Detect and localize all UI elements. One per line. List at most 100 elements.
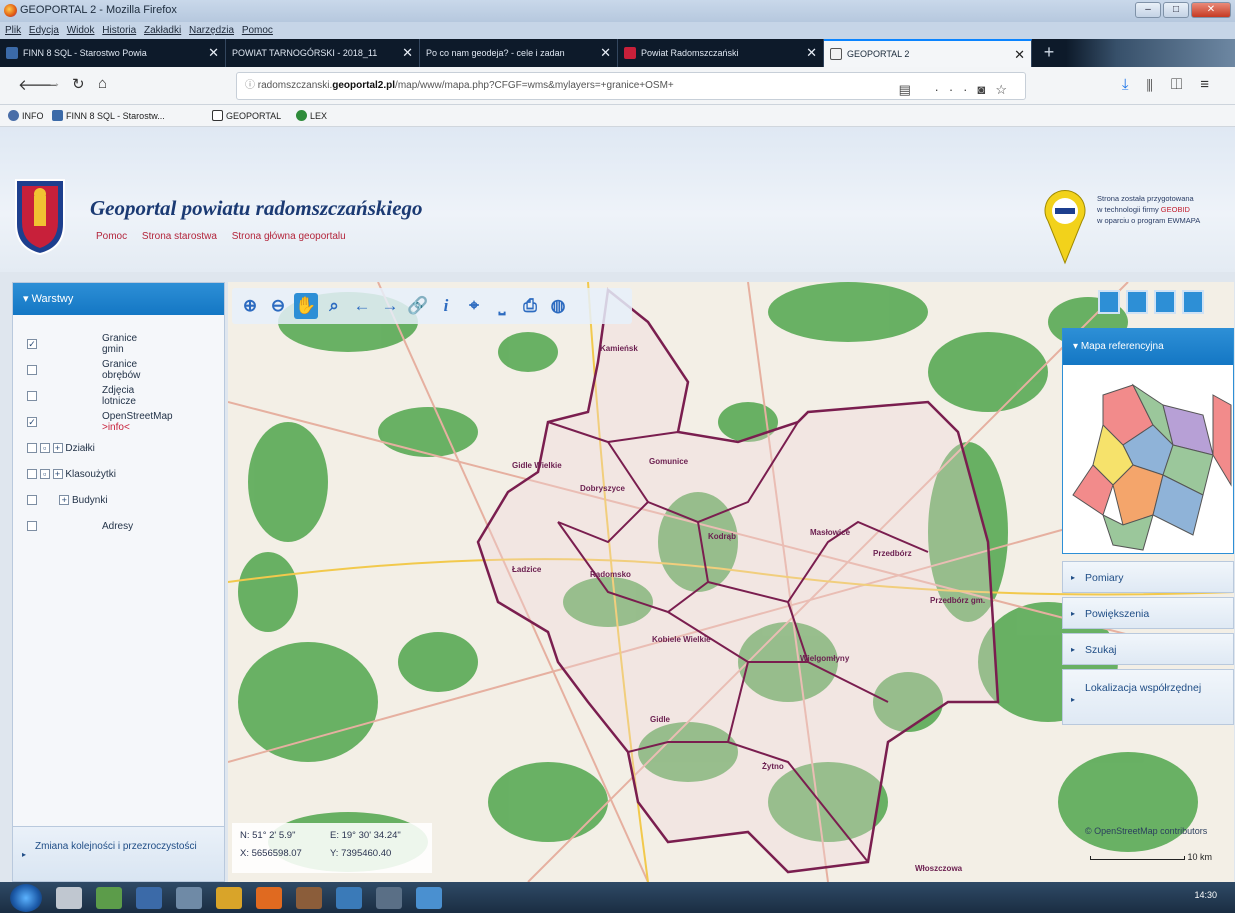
layer-lock-icon[interactable]: ▫: [39, 469, 50, 479]
clock[interactable]: 14:30: [1194, 890, 1217, 900]
taskbar-app-icon[interactable]: [216, 886, 242, 909]
link-strona-starostwa[interactable]: Strona starostwa: [142, 231, 217, 242]
taskbar-app-icon[interactable]: [56, 886, 82, 909]
panel-powiekszenia[interactable]: ▸ Powiększenia: [1062, 597, 1234, 629]
tab-po-co-nam-geodeja[interactable]: Po co nam geodeja? - cele i zadan ✕: [420, 39, 618, 67]
layer-lock-icon[interactable]: ▫: [39, 443, 50, 453]
download-icon[interactable]: ⤓: [1122, 76, 1147, 93]
menu-zakladki[interactable]: Zakładki: [144, 25, 181, 36]
layer-checkbox[interactable]: [27, 443, 37, 453]
layer-checkbox[interactable]: ✓: [27, 339, 37, 349]
layer-checkbox[interactable]: [27, 521, 37, 531]
taskbar-app-icon[interactable]: [136, 886, 162, 909]
taskbar-app-icon[interactable]: [336, 886, 362, 909]
bookmark-info[interactable]: INFO: [8, 110, 44, 121]
more-icon[interactable]: ···: [934, 82, 977, 97]
link-pomoc[interactable]: Pomoc: [96, 231, 127, 242]
info-icon[interactable]: ⓘ: [245, 80, 258, 91]
layer-checkbox[interactable]: [27, 365, 37, 375]
pointer-icon[interactable]: ⌖: [462, 293, 486, 319]
expand-icon[interactable]: +: [59, 495, 70, 505]
layer-zdjecia-lotnicze[interactable]: Zdjęcia lotnicze: [27, 385, 136, 407]
link-icon[interactable]: 🔗: [406, 293, 430, 319]
menu-pomoc[interactable]: Pomoc: [242, 25, 273, 36]
layer-granice-obrebow[interactable]: Granice obrębów: [27, 359, 140, 381]
zoom-out-icon[interactable]: ⊖: [266, 293, 290, 319]
forward-arrow-icon[interactable]: →: [378, 293, 402, 319]
reload-icon[interactable]: ↻: [72, 75, 85, 93]
print-icon[interactable]: ⎙: [518, 293, 542, 319]
reader-icon[interactable]: ▤: [899, 82, 921, 97]
new-tab-button[interactable]: +: [1032, 39, 1066, 67]
close-window-button[interactable]: ✕: [1191, 2, 1231, 18]
layer-dzialki[interactable]: ▫ + Działki: [27, 437, 95, 459]
taskbar-app-icon[interactable]: [296, 886, 322, 909]
layout-split-icon[interactable]: [1126, 290, 1148, 314]
reference-map-header[interactable]: ▾ Mapa referencyjna: [1063, 329, 1233, 365]
menu-edycja[interactable]: Edycja: [29, 25, 59, 36]
tab-powiat-radomszczanski[interactable]: Powiat Radomszczański ✕: [618, 39, 824, 67]
measure-icon[interactable]: ⎵: [490, 293, 514, 319]
close-tab-icon[interactable]: ✕: [208, 45, 219, 61]
taskbar-app-icon[interactable]: [176, 886, 202, 909]
reference-map[interactable]: [1063, 365, 1233, 553]
layer-checkbox[interactable]: [27, 469, 37, 479]
expand-icon[interactable]: +: [52, 443, 63, 453]
back-arrow-icon[interactable]: ←: [350, 293, 374, 319]
layer-checkbox[interactable]: [27, 391, 37, 401]
layout-panel-icon[interactable]: [1182, 290, 1204, 314]
tab-powiat-tarnogorski[interactable]: POWIAT TARNOGÓRSKI - 2018_11 ✕: [226, 39, 420, 67]
expand-icon[interactable]: +: [52, 469, 63, 479]
panel-szukaj[interactable]: ▸ Szukaj: [1062, 633, 1234, 665]
taskbar-firefox-icon[interactable]: [256, 886, 282, 909]
taskbar-app-icon[interactable]: [96, 886, 122, 909]
layer-checkbox[interactable]: [27, 495, 37, 505]
close-tab-icon[interactable]: ✕: [1014, 47, 1025, 63]
close-tab-icon[interactable]: ✕: [402, 45, 413, 61]
geobid-link[interactable]: GEOBID: [1161, 205, 1190, 214]
menu-plik[interactable]: Plik: [5, 25, 21, 36]
maximize-button[interactable]: □: [1163, 2, 1189, 18]
menu-historia[interactable]: Historia: [102, 25, 136, 36]
zoom-extent-icon[interactable]: ⌕: [322, 293, 346, 319]
layer-info-link[interactable]: >info<: [102, 422, 130, 433]
url-bar[interactable]: ⓘ radomszczanski.geoportal2.pl/map/www/m…: [236, 72, 1026, 100]
close-tab-icon[interactable]: ✕: [600, 45, 611, 61]
hamburger-icon[interactable]: ≡: [1200, 76, 1227, 93]
close-tab-icon[interactable]: ✕: [806, 45, 817, 61]
bookmark-finn[interactable]: FINN 8 SQL - Starostw...: [52, 110, 165, 121]
taskbar-app-icon[interactable]: [416, 886, 442, 909]
info-tool-icon[interactable]: i: [434, 293, 458, 319]
home-icon[interactable]: ⌂: [98, 75, 107, 92]
bookmark-geoportal[interactable]: GEOPORTAL: [212, 110, 281, 121]
map-attribution[interactable]: © OpenStreetMap contributors: [1085, 826, 1207, 836]
bookmark-lex[interactable]: LEX: [296, 110, 327, 121]
layout-full-icon[interactable]: [1098, 290, 1120, 314]
tab-finn[interactable]: FINN 8 SQL - Starostwo Powia ✕: [0, 39, 226, 67]
layer-granice-gmin[interactable]: ✓ Granice gmin: [27, 333, 137, 355]
layer-order-button[interactable]: ▸ Zmiana kolejności i przezroczystości: [12, 826, 225, 882]
menu-widok[interactable]: Widok: [67, 25, 95, 36]
layers-panel-header[interactable]: ▾ Warstwy: [13, 283, 224, 315]
layer-adresy[interactable]: Adresy: [27, 515, 133, 537]
pocket-icon[interactable]: ◙: [977, 82, 995, 97]
star-icon[interactable]: ☆: [995, 82, 1017, 97]
panel-lokalizacja[interactable]: ▸ Lokalizacja współrzędnej: [1062, 669, 1234, 725]
tab-geoportal[interactable]: GEOPORTAL 2 ✕: [824, 39, 1032, 67]
library-icon[interactable]: ⫴: [1147, 76, 1171, 93]
layer-openstreetmap[interactable]: ✓ OpenStreetMap >info<: [27, 411, 173, 433]
globe-icon[interactable]: ◍: [546, 293, 570, 319]
menu-narzedzia[interactable]: Narzędzia: [189, 25, 234, 36]
pan-hand-icon[interactable]: ✋: [294, 293, 318, 319]
taskbar-app-icon[interactable]: [376, 886, 402, 909]
link-strona-glowna[interactable]: Strona główna geoportalu: [232, 231, 346, 242]
layer-checkbox[interactable]: ✓: [27, 417, 37, 427]
layout-save-icon[interactable]: [1154, 290, 1176, 314]
sidebar-icon[interactable]: ◫: [1171, 76, 1200, 93]
forward-icon[interactable]: →: [48, 75, 61, 90]
layer-klasouzytki[interactable]: ▫ + Klasoużytki: [27, 463, 116, 485]
panel-pomiary[interactable]: ▸ Pomiary: [1062, 561, 1234, 593]
layer-budynki[interactable]: + Budynki: [27, 489, 108, 511]
zoom-in-icon[interactable]: ⊕: [238, 293, 262, 319]
minimize-button[interactable]: –: [1135, 2, 1161, 18]
